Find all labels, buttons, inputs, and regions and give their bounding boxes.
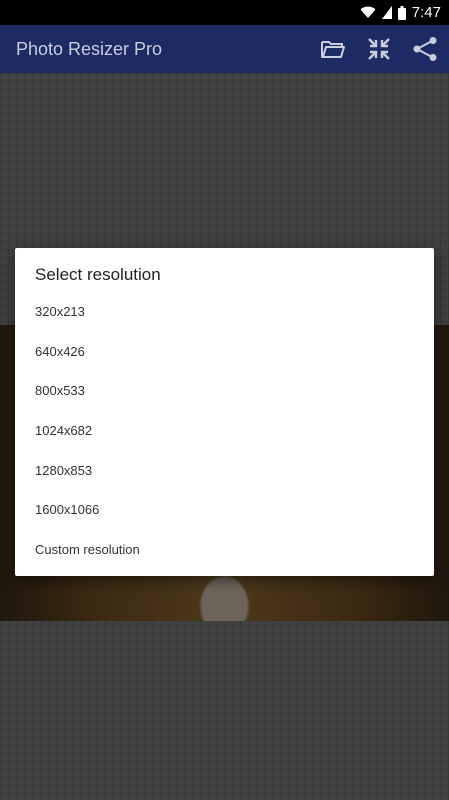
folder-open-icon[interactable] xyxy=(313,29,353,69)
status-bar: 7:47 xyxy=(0,0,449,25)
resolution-option-320x213[interactable]: 320x213 xyxy=(15,292,434,332)
battery-icon xyxy=(397,5,406,20)
resolution-dialog: Select resolution 320x213 640x426 800x53… xyxy=(15,248,434,576)
resolution-option-1600x1066[interactable]: 1600x1066 xyxy=(15,490,434,530)
app-bar-actions xyxy=(313,29,449,69)
compress-icon[interactable] xyxy=(359,29,399,69)
resolution-option-1024x682[interactable]: 1024x682 xyxy=(15,411,434,451)
wifi-icon xyxy=(360,6,376,19)
app-title: Photo Resizer Pro xyxy=(16,38,163,59)
resolution-option-1280x853[interactable]: 1280x853 xyxy=(15,450,434,490)
resolution-option-custom[interactable]: Custom resolution xyxy=(15,530,434,570)
dialog-title: Select resolution xyxy=(35,265,161,284)
resolution-option-800x533[interactable]: 800x533 xyxy=(15,371,434,411)
app-bar: Photo Resizer Pro xyxy=(0,25,449,73)
share-icon[interactable] xyxy=(405,29,445,69)
resolution-option-640x426[interactable]: 640x426 xyxy=(15,332,434,372)
status-time: 7:47 xyxy=(411,4,441,21)
signal-icon xyxy=(381,6,392,19)
